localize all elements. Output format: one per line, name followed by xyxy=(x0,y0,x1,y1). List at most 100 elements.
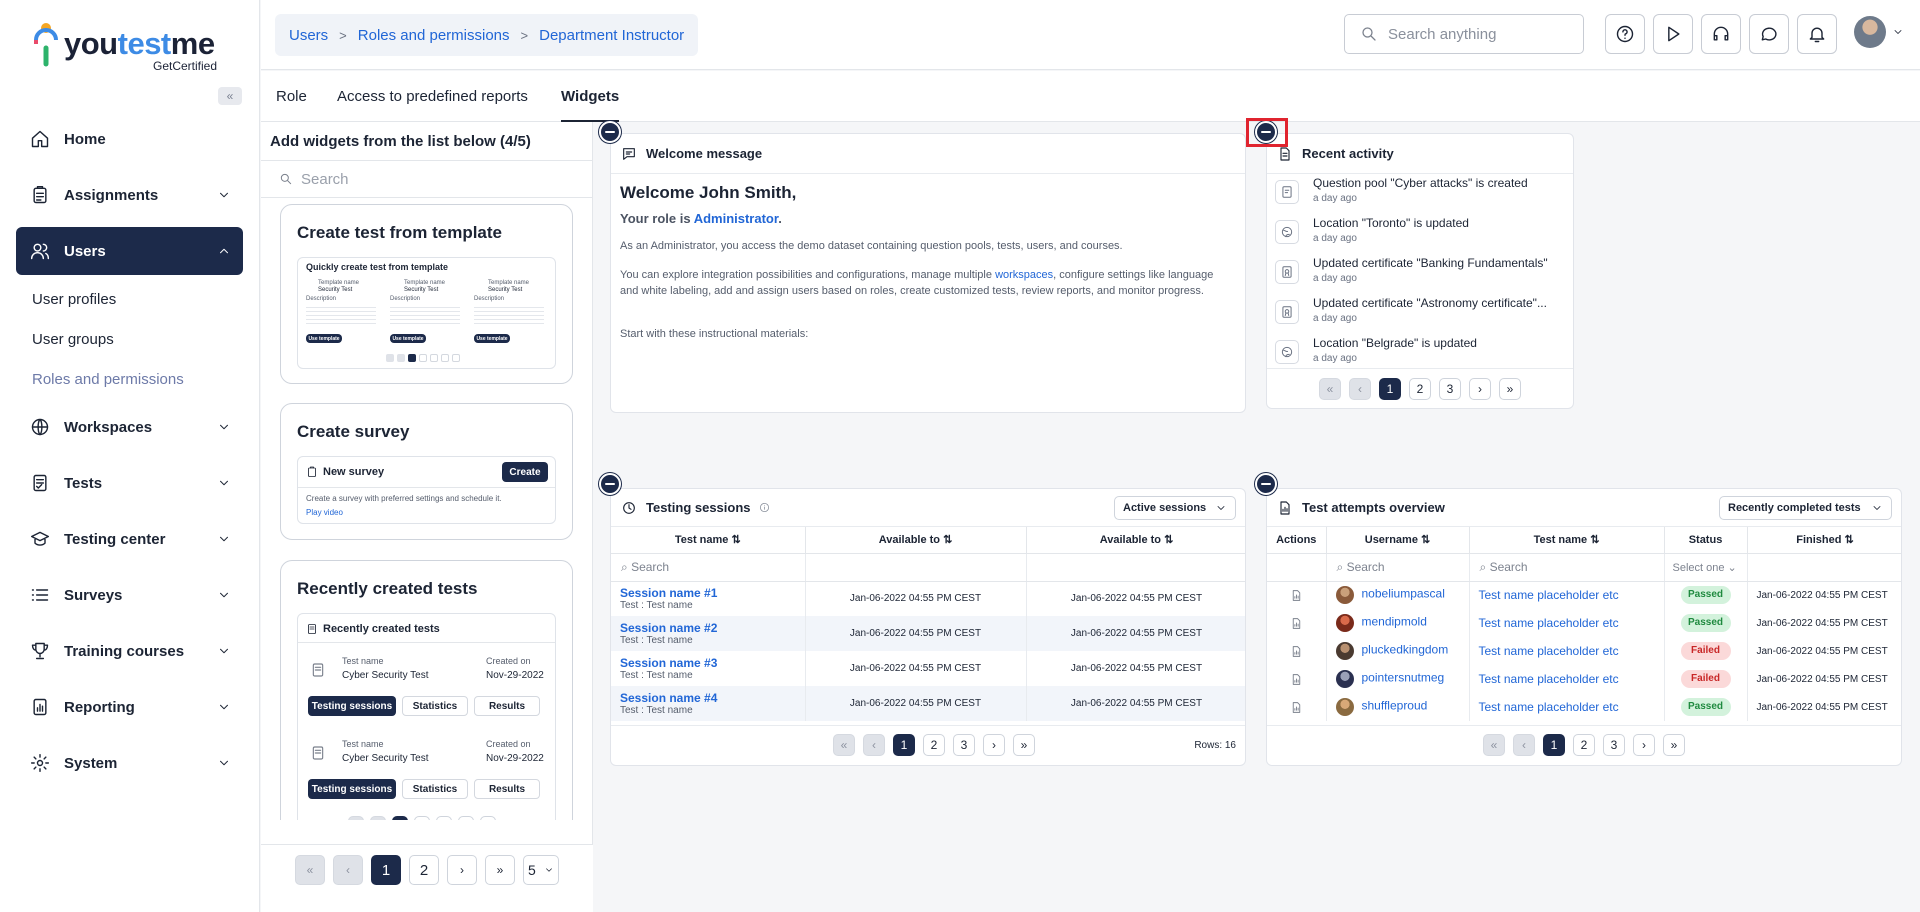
table-row[interactable]: Session name #4 Test : Test name Jan-06-2… xyxy=(611,686,1245,721)
column-header-finished[interactable]: Finished ⇅ xyxy=(1747,527,1901,554)
table-row[interactable]: pointersnutmeg Test name placeholder etc… xyxy=(1267,665,1901,693)
user-menu[interactable] xyxy=(1854,16,1904,48)
next-page-button[interactable]: › xyxy=(447,855,477,885)
sidebar-item-workspaces[interactable]: Workspaces xyxy=(16,403,243,451)
attempts-filter-dropdown[interactable]: Recently completed tests xyxy=(1719,496,1892,520)
sessions-filter-dropdown[interactable]: Active sessions xyxy=(1114,496,1236,520)
next-page-button[interactable]: › xyxy=(1633,734,1655,756)
sidebar-item-testing-center[interactable]: Testing center xyxy=(16,515,243,563)
table-row[interactable]: Session name #1 Test : Test name Jan-06-2… xyxy=(611,581,1245,616)
sidebar-item-training-courses[interactable]: Training courses xyxy=(16,627,243,675)
table-row[interactable]: Session name #2 Test : Test name Jan-06-2… xyxy=(611,616,1245,651)
remove-test-attempts-widget-button[interactable] xyxy=(1255,473,1277,495)
table-row[interactable]: Session name #3 Test : Test name Jan-06-2… xyxy=(611,651,1245,686)
last-page-button[interactable]: » xyxy=(485,855,515,885)
tab-role[interactable]: Role xyxy=(276,88,307,105)
page-button[interactable]: 2 xyxy=(1409,378,1431,400)
page-button[interactable]: 1 xyxy=(1379,378,1401,400)
first-page-button[interactable]: « xyxy=(833,734,855,756)
page-button[interactable]: 2 xyxy=(1573,734,1595,756)
username-search-input[interactable]: ⌕ Search xyxy=(1326,553,1470,582)
test-name-link[interactable]: Test name placeholder etc xyxy=(1469,693,1665,721)
sidebar-item-system[interactable]: System xyxy=(16,739,243,787)
remove-welcome-widget-button[interactable] xyxy=(599,121,621,143)
global-search-input[interactable]: Search anything xyxy=(1344,14,1584,54)
sidebar-item-reporting[interactable]: Reporting xyxy=(16,683,243,731)
session-link[interactable]: Session name #2 xyxy=(620,621,805,635)
first-page-button[interactable]: « xyxy=(1319,378,1341,400)
tab-predefined-reports[interactable]: Access to predefined reports xyxy=(337,88,528,105)
test-name-link[interactable]: Test name placeholder etc xyxy=(1469,637,1665,665)
breadcrumb-roles-permissions[interactable]: Roles and permissions xyxy=(358,27,510,44)
page-button[interactable]: 1 xyxy=(893,734,915,756)
first-page-button[interactable]: « xyxy=(295,855,325,885)
report-icon[interactable] xyxy=(1290,645,1303,658)
sidebar-sub-roles-permissions[interactable]: Roles and permissions xyxy=(32,371,184,388)
username-link[interactable]: pluckedkingdom xyxy=(1362,643,1449,657)
support-button[interactable] xyxy=(1701,14,1741,54)
username-link[interactable]: pointersnutmeg xyxy=(1362,671,1445,685)
test-name-link[interactable]: Test name placeholder etc xyxy=(1469,609,1665,637)
username-link[interactable]: shuffleproud xyxy=(1362,699,1428,713)
table-row[interactable]: nobeliumpascal Test name placeholder etc… xyxy=(1267,581,1901,609)
page-button[interactable]: 3 xyxy=(953,734,975,756)
report-icon[interactable] xyxy=(1290,617,1303,630)
column-header-available-to[interactable]: Available to ⇅ xyxy=(1026,527,1245,554)
notifications-button[interactable] xyxy=(1797,14,1837,54)
sidebar-item-surveys[interactable]: Surveys xyxy=(16,571,243,619)
column-header-test-name[interactable]: Test name ⇅ xyxy=(611,527,806,554)
page-button[interactable]: 1 xyxy=(371,855,401,885)
username-link[interactable]: nobeliumpascal xyxy=(1362,587,1445,601)
column-header-username[interactable]: Username ⇅ xyxy=(1326,527,1470,554)
prev-page-button[interactable]: ‹ xyxy=(333,855,363,885)
report-icon[interactable] xyxy=(1290,673,1303,686)
last-page-button[interactable]: » xyxy=(1499,378,1521,400)
username-link[interactable]: mendipmold xyxy=(1362,615,1427,629)
sidebar-item-assignments[interactable]: Assignments xyxy=(16,171,243,219)
help-button[interactable] xyxy=(1605,14,1645,54)
activity-item[interactable]: Updated certificate "Banking Fundamental… xyxy=(1275,256,1565,296)
column-header-test-name[interactable]: Test name ⇅ xyxy=(1469,527,1665,554)
report-icon[interactable] xyxy=(1290,701,1303,714)
sidebar-item-tests[interactable]: Tests xyxy=(16,459,243,507)
page-button[interactable]: 1 xyxy=(1543,734,1565,756)
test-name-link[interactable]: Test name placeholder etc xyxy=(1469,665,1665,693)
widget-card-create-survey[interactable]: Create survey New survey Create Create a… xyxy=(280,403,573,540)
column-header-available-to[interactable]: Available to ⇅ xyxy=(805,527,1027,554)
prev-page-button[interactable]: ‹ xyxy=(863,734,885,756)
collapse-sidebar-button[interactable]: « xyxy=(218,87,242,105)
chat-button[interactable] xyxy=(1749,14,1789,54)
page-button[interactable]: 2 xyxy=(409,855,439,885)
session-link[interactable]: Session name #3 xyxy=(620,656,805,670)
per-page-select[interactable]: 5 xyxy=(523,855,559,885)
test-name-search-input[interactable]: ⌕ Search xyxy=(1469,553,1665,582)
test-name-search-input[interactable]: ⌕ Search xyxy=(611,553,806,582)
first-page-button[interactable]: « xyxy=(1483,734,1505,756)
prev-page-button[interactable]: ‹ xyxy=(1349,378,1371,400)
workspaces-link[interactable]: workspaces xyxy=(995,269,1053,281)
widget-card-create-from-template[interactable]: Create test from template Quickly create… xyxy=(280,204,573,384)
activity-item[interactable]: Updated certificate "Astronomy certifica… xyxy=(1275,296,1565,336)
remove-testing-sessions-widget-button[interactable] xyxy=(599,473,621,495)
widget-search-input[interactable]: Search xyxy=(261,160,593,198)
last-page-button[interactable]: » xyxy=(1663,734,1685,756)
table-row[interactable]: mendipmold Test name placeholder etc Pas… xyxy=(1267,609,1901,637)
sidebar-sub-user-profiles[interactable]: User profiles xyxy=(32,291,116,308)
next-page-button[interactable]: › xyxy=(1469,378,1491,400)
sidebar-sub-user-groups[interactable]: User groups xyxy=(32,331,114,348)
tab-widgets[interactable]: Widgets xyxy=(561,88,620,122)
last-page-button[interactable]: » xyxy=(1013,734,1035,756)
next-page-button[interactable]: › xyxy=(983,734,1005,756)
activity-item[interactable]: Location "Belgrade" is updated a day ago xyxy=(1275,336,1565,376)
table-row[interactable]: shuffleproud Test name placeholder etc P… xyxy=(1267,693,1901,721)
page-button[interactable]: 3 xyxy=(1603,734,1625,756)
page-button[interactable]: 2 xyxy=(923,734,945,756)
test-name-link[interactable]: Test name placeholder etc xyxy=(1469,581,1665,609)
activity-item[interactable]: Question pool "Cyber attacks" is created… xyxy=(1275,176,1565,216)
sidebar-item-home[interactable]: Home xyxy=(16,115,243,163)
table-row[interactable]: pluckedkingdom Test name placeholder etc… xyxy=(1267,637,1901,665)
report-icon[interactable] xyxy=(1290,589,1303,602)
session-link[interactable]: Session name #4 xyxy=(620,691,805,705)
role-link[interactable]: Administrator xyxy=(694,211,779,226)
activity-item[interactable]: Location "Toronto" is updated a day ago xyxy=(1275,216,1565,256)
